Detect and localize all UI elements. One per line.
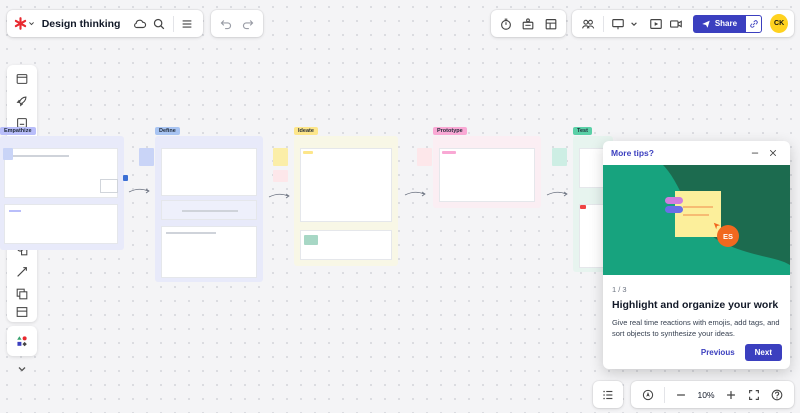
list-icon[interactable]: [597, 384, 619, 406]
table-tool-icon[interactable]: [8, 305, 36, 319]
play-icon[interactable]: [645, 13, 666, 35]
share-button[interactable]: Share: [692, 14, 746, 33]
frame-card: [161, 226, 257, 278]
zoom-level[interactable]: 10%: [693, 390, 719, 400]
frame-card: [4, 148, 118, 198]
tips-body: 1 / 3 Highlight and organize your work G…: [603, 275, 790, 339]
left-toolbar-shapes: [7, 326, 37, 356]
connector-arrow[interactable]: [268, 191, 290, 201]
frame-card: [439, 148, 535, 202]
connector-arrow[interactable]: [546, 189, 568, 199]
connector-arrow[interactable]: [404, 189, 426, 199]
divider: [602, 15, 604, 32]
tips-dialog: More tips? ES 1 / 3 Highlight and organi…: [603, 141, 790, 369]
frame-card: [161, 148, 257, 196]
rocket-icon[interactable]: [8, 90, 36, 112]
frame-label: Empathize: [0, 127, 36, 135]
asterisk-logo-icon: [14, 17, 27, 30]
tips-footer: Previous Next: [701, 344, 782, 361]
sticky-note[interactable]: [123, 175, 128, 181]
minimize-icon[interactable]: [746, 142, 764, 164]
navigator-icon[interactable]: [637, 384, 659, 406]
link-icon: [750, 19, 758, 28]
cursor-icon: [713, 222, 721, 230]
sticky-note[interactable]: [139, 148, 154, 166]
sticky-note[interactable]: [417, 148, 432, 166]
undo-redo-bar: [211, 10, 263, 37]
frame-empathize[interactable]: Empathize: [0, 127, 124, 250]
frame-card: [4, 204, 118, 244]
zoom-out-icon[interactable]: [670, 384, 692, 406]
connector-arrow[interactable]: [128, 186, 150, 196]
frame-label: Ideate: [294, 127, 318, 135]
tips-heading: Highlight and organize your work: [612, 299, 779, 311]
sticky-note[interactable]: [273, 148, 288, 166]
frame-label: Prototype: [433, 127, 467, 135]
frame-card: [161, 200, 257, 220]
line-tool-icon[interactable]: [8, 261, 36, 283]
share-button-label: Share: [714, 19, 738, 28]
next-button[interactable]: Next: [744, 344, 782, 361]
sticky-note[interactable]: [273, 170, 288, 182]
timer-icon[interactable]: [495, 13, 517, 35]
menu-icon[interactable]: [178, 13, 197, 35]
frame-label: Test: [573, 127, 592, 135]
template-gallery-icon[interactable]: [540, 13, 562, 35]
present-icon[interactable]: [608, 13, 629, 35]
zoom-in-icon[interactable]: [720, 384, 742, 406]
outline-toggle-bar: [593, 381, 623, 408]
frame-define[interactable]: Define: [155, 127, 263, 282]
chevron-down-icon: [28, 22, 34, 26]
board-tools-bar: [491, 10, 566, 37]
user-avatar[interactable]: CK: [770, 14, 788, 33]
previous-button[interactable]: Previous: [701, 348, 735, 357]
frame-prototype[interactable]: Prototype: [433, 127, 541, 208]
divider: [172, 15, 174, 32]
collaboration-icon[interactable]: [517, 13, 539, 35]
document-title[interactable]: Design thinking: [42, 18, 121, 30]
tips-step-counter: 1 / 3: [612, 285, 627, 294]
help-icon[interactable]: [766, 384, 788, 406]
panel-icon[interactable]: [8, 68, 36, 90]
close-icon[interactable]: [764, 142, 782, 164]
tips-description: Give real time reactions with emojis, ad…: [612, 318, 780, 338]
frame-label: Define: [155, 127, 180, 135]
frame-ideate[interactable]: Ideate: [294, 127, 398, 266]
share-bar: Share CK: [572, 10, 794, 37]
tips-illustration: ES: [603, 165, 790, 275]
frame-card: [300, 230, 392, 260]
undo-icon[interactable]: [215, 13, 237, 35]
cloud-sync-icon[interactable]: [130, 13, 149, 35]
app-logo-menu[interactable]: [13, 13, 36, 35]
shape-library-icon[interactable]: [8, 330, 36, 352]
tips-header: More tips?: [603, 141, 790, 165]
tips-title: More tips?: [611, 148, 654, 158]
divider: [664, 386, 665, 403]
send-icon: [702, 20, 710, 28]
collaborators-icon[interactable]: [578, 13, 599, 35]
zoom-bar: 10%: [631, 381, 794, 408]
fit-to-screen-icon[interactable]: [743, 384, 765, 406]
chevron-down-icon[interactable]: [628, 13, 639, 35]
search-icon[interactable]: [150, 13, 169, 35]
sticky-note[interactable]: [552, 148, 567, 166]
frame-tool-icon[interactable]: [8, 283, 36, 305]
copy-link-button[interactable]: [745, 14, 763, 33]
document-title-bar: Design thinking: [7, 10, 203, 37]
sticky-note[interactable]: [3, 148, 13, 160]
frame-card: [300, 148, 392, 222]
redo-icon[interactable]: [237, 13, 259, 35]
chevron-down-icon[interactable]: [11, 358, 33, 380]
video-call-icon[interactable]: [666, 13, 687, 35]
